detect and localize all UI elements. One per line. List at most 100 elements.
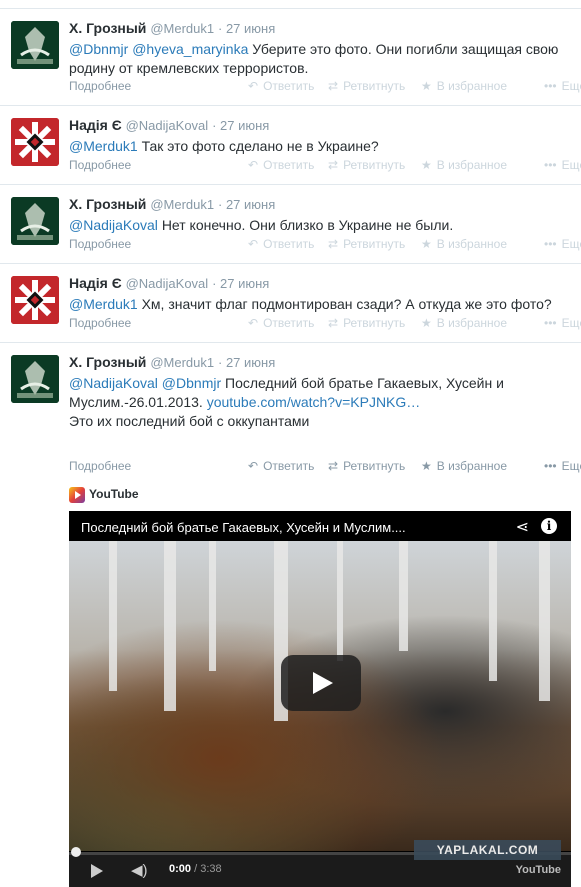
tweet-header: Х. Грозный @Merduk1 · 27 июня [69, 19, 569, 38]
tweet-item[interactable]: Х. Грозный @Merduk1 · 27 июня @NadijaKov… [0, 185, 581, 264]
details-link[interactable]: Подробнее [69, 316, 131, 330]
author-fullname[interactable]: Х. Грозный [69, 354, 146, 370]
more-label: Ещё [561, 316, 581, 330]
tweet-text: @NadijaKoval Нет конечно. Они близко в У… [69, 216, 569, 235]
author-fullname[interactable]: Х. Грозный [69, 196, 146, 212]
tweet-item-expanded[interactable]: Х. Грозный @Merduk1 · 27 июня @NadijaKov… [0, 343, 581, 887]
tweet-time-separator: · [217, 355, 226, 370]
mention-links[interactable]: @Merduk1 [69, 296, 138, 312]
retweet-button[interactable]: ⇄ Ретвитнуть [328, 158, 405, 172]
time-duration: 3:38 [200, 863, 222, 875]
play-button-large[interactable] [281, 655, 361, 711]
reply-label: Ответить [263, 158, 315, 172]
retweet-button[interactable]: ⇄ Ретвитнуть [328, 79, 405, 93]
tweet-body-line2: Это их последний бой с оккупантами [69, 413, 310, 429]
author-username[interactable]: @NadijaKoval [126, 276, 209, 291]
author-username[interactable]: @NadijaKoval [126, 118, 209, 133]
watermark: YAPLAKAL.COM [414, 840, 561, 860]
card-source-label: YouTube [89, 487, 139, 502]
reply-icon: ↶ [248, 79, 259, 93]
retweet-button[interactable]: ⇄ Ретвитнуть [328, 459, 405, 473]
author-fullname[interactable]: Х. Грозный [69, 20, 146, 36]
tweet-text: @NadijaKoval @Dbnmjr Последний бой брать… [69, 374, 569, 431]
tweet-body: Так это фото сделано не в Украине? [141, 138, 379, 154]
author-username[interactable]: @Merduk1 [150, 197, 214, 212]
author-fullname[interactable]: Надія Є [69, 117, 122, 133]
avatar[interactable] [11, 21, 59, 69]
tweet-item[interactable]: Х. Грозный @Merduk1 · 27 июня @Dbnmjr @h… [0, 9, 581, 106]
tweet-time-separator: · [217, 21, 226, 36]
tweet-item[interactable]: Надія Є @NadijaKoval · 27 июня @Merduk1 … [0, 264, 581, 343]
more-button[interactable]: ••• Ещё [544, 237, 581, 251]
favorite-button[interactable]: ★ В избранное [421, 316, 507, 330]
mention-links[interactable]: @Merduk1 [69, 138, 138, 154]
tweet-text: @Merduk1 Так это фото сделано не в Украи… [69, 137, 569, 156]
avatar[interactable] [11, 276, 59, 324]
retweet-button[interactable]: ⇄ Ретвитнуть [328, 316, 405, 330]
reply-label: Ответить [263, 316, 315, 330]
retweet-label: Ретвитнуть [343, 237, 406, 251]
details-link[interactable]: Подробнее [69, 237, 131, 251]
avatar[interactable] [11, 197, 59, 245]
youtube-logo[interactable]: YouTube [516, 864, 561, 876]
retweet-label: Ретвитнуть [343, 459, 406, 473]
share-icon[interactable]: ⋖ [516, 517, 529, 537]
tweet-time-separator: · [212, 276, 221, 291]
scrub-handle[interactable] [71, 847, 81, 857]
reply-button[interactable]: ↶ Ответить [248, 79, 314, 93]
tweet-time-separator: · [212, 118, 221, 133]
details-link[interactable]: Подробнее [69, 158, 131, 172]
time-separator: / [191, 863, 201, 875]
card-source[interactable]: YouTube [69, 487, 139, 503]
favorite-button[interactable]: ★ В избранное [421, 79, 507, 93]
tweet-text: @Merduk1 Хм, значит флаг подмонтирован с… [69, 295, 569, 314]
retweet-label: Ретвитнуть [343, 316, 406, 330]
star-icon: ★ [421, 459, 432, 473]
tweet-time[interactable]: 27 июня [226, 21, 275, 36]
reply-button[interactable]: ↶ Ответить [248, 316, 314, 330]
favorite-button[interactable]: ★ В избранное [421, 459, 507, 473]
top-divider [0, 0, 581, 9]
volume-icon[interactable]: ◀) [131, 861, 148, 879]
author-username[interactable]: @Merduk1 [150, 355, 214, 370]
tweet-header: Х. Грозный @Merduk1 · 27 июня [69, 353, 569, 372]
author-username[interactable]: @Merduk1 [150, 21, 214, 36]
more-button[interactable]: ••• Ещё [544, 158, 581, 172]
details-link[interactable]: Подробнее [69, 79, 131, 93]
video-title[interactable]: Последний бой братье Гакаевых, Хусейн и … [81, 520, 406, 535]
info-icon[interactable]: i [541, 518, 557, 534]
star-icon: ★ [421, 158, 432, 172]
reply-icon: ↶ [248, 237, 259, 251]
favorite-button[interactable]: ★ В избранное [421, 158, 507, 172]
tweet-item[interactable]: Надія Є @NadijaKoval · 27 июня @Merduk1 … [0, 106, 581, 185]
tweet-time[interactable]: 27 июня [220, 276, 269, 291]
mention-links[interactable]: @NadijaKoval [69, 217, 158, 233]
avatar[interactable] [11, 355, 59, 403]
retweet-button[interactable]: ⇄ Ретвитнуть [328, 237, 405, 251]
tweet-time[interactable]: 27 июня [226, 197, 275, 212]
reply-button[interactable]: ↶ Ответить [248, 158, 314, 172]
more-button[interactable]: ••• Ещё [544, 316, 581, 330]
favorite-button[interactable]: ★ В избранное [421, 237, 507, 251]
mention-links[interactable]: @NadijaKoval @Dbnmjr [69, 375, 221, 391]
avatar[interactable] [11, 118, 59, 166]
details-link[interactable]: Подробнее [69, 459, 131, 473]
reply-label: Ответить [263, 459, 315, 473]
reply-label: Ответить [263, 237, 315, 251]
play-icon[interactable] [91, 864, 103, 878]
more-button[interactable]: ••• Ещё [544, 79, 581, 93]
author-fullname[interactable]: Надія Є [69, 275, 122, 291]
tweet-time[interactable]: 27 июня [220, 118, 269, 133]
reply-button[interactable]: ↶ Ответить [248, 237, 314, 251]
tweet-time[interactable]: 27 июня [226, 355, 275, 370]
video-player[interactable]: Последний бой братье Гакаевых, Хусейн и … [69, 511, 571, 887]
more-button[interactable]: ••• Ещё [544, 459, 581, 473]
mention-links[interactable]: @Dbnmjr @hyeva_maryinka [69, 41, 248, 57]
youtube-link[interactable]: youtube.com/watch?v=KPJNKG… [207, 394, 421, 410]
retweet-icon: ⇄ [328, 79, 339, 93]
reply-button[interactable]: ↶ Ответить [248, 459, 314, 473]
ellipsis-icon: ••• [544, 459, 557, 473]
time-current: 0:00 [169, 863, 192, 875]
tweet-body: Хм, значит флаг подмонтирован сзади? А о… [141, 296, 552, 312]
tweet-time-separator: · [217, 197, 226, 212]
